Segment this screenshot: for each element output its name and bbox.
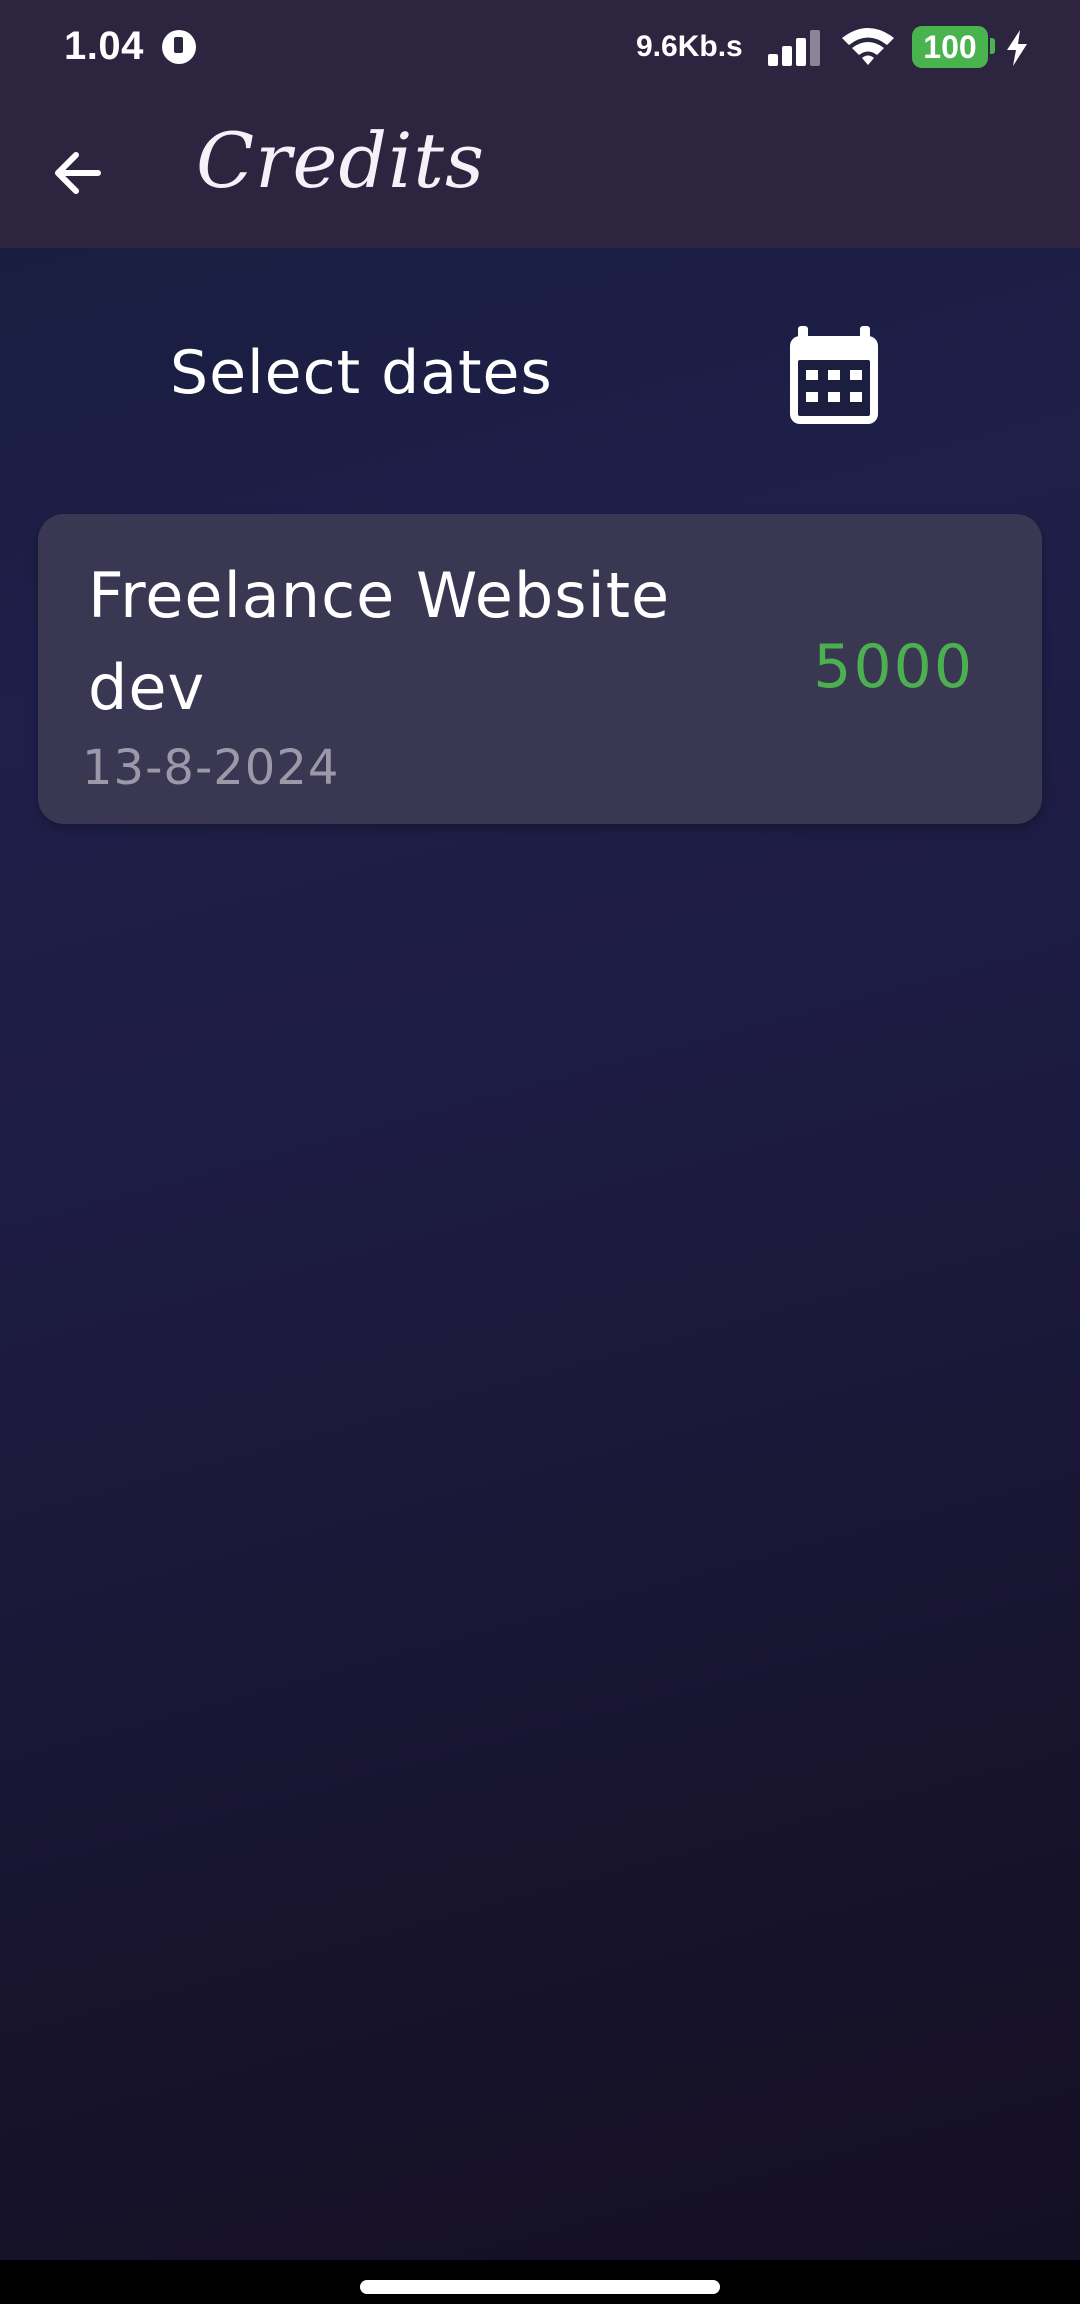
credit-card[interactable]: Freelance Website dev 13-8-2024 5000 <box>38 514 1042 824</box>
home-gesture-handle[interactable] <box>360 2280 720 2294</box>
network-speed: 9.6Kb.s <box>636 30 743 63</box>
app-bar: Credits <box>0 96 1080 248</box>
status-bar: 1.04 9.6Kb.s 100 <box>0 0 1080 96</box>
system-nav-bar <box>0 2260 1080 2304</box>
arrow-left-icon <box>55 152 101 194</box>
back-button[interactable] <box>40 136 114 210</box>
page-title: Credits <box>196 116 485 205</box>
credits-screen: 1.04 9.6Kb.s 100 Credits Select dates Fr… <box>0 0 1080 2304</box>
charging-bolt-icon <box>1007 30 1027 66</box>
cellular-signal-icon <box>768 30 822 66</box>
status-time: 1.04 <box>64 24 144 68</box>
credit-amount: 5000 <box>813 632 974 702</box>
credit-title: Freelance Website dev <box>88 559 671 724</box>
battery-nub <box>990 38 995 54</box>
wifi-icon <box>842 28 894 65</box>
select-dates-button[interactable]: Select dates <box>170 338 553 408</box>
calendar-icon[interactable] <box>786 326 882 424</box>
credit-date: 13-8-2024 <box>82 740 340 796</box>
app-notification-icon <box>162 30 196 64</box>
battery-icon: 100 <box>912 26 988 68</box>
date-filter-row: Select dates <box>0 312 1080 442</box>
